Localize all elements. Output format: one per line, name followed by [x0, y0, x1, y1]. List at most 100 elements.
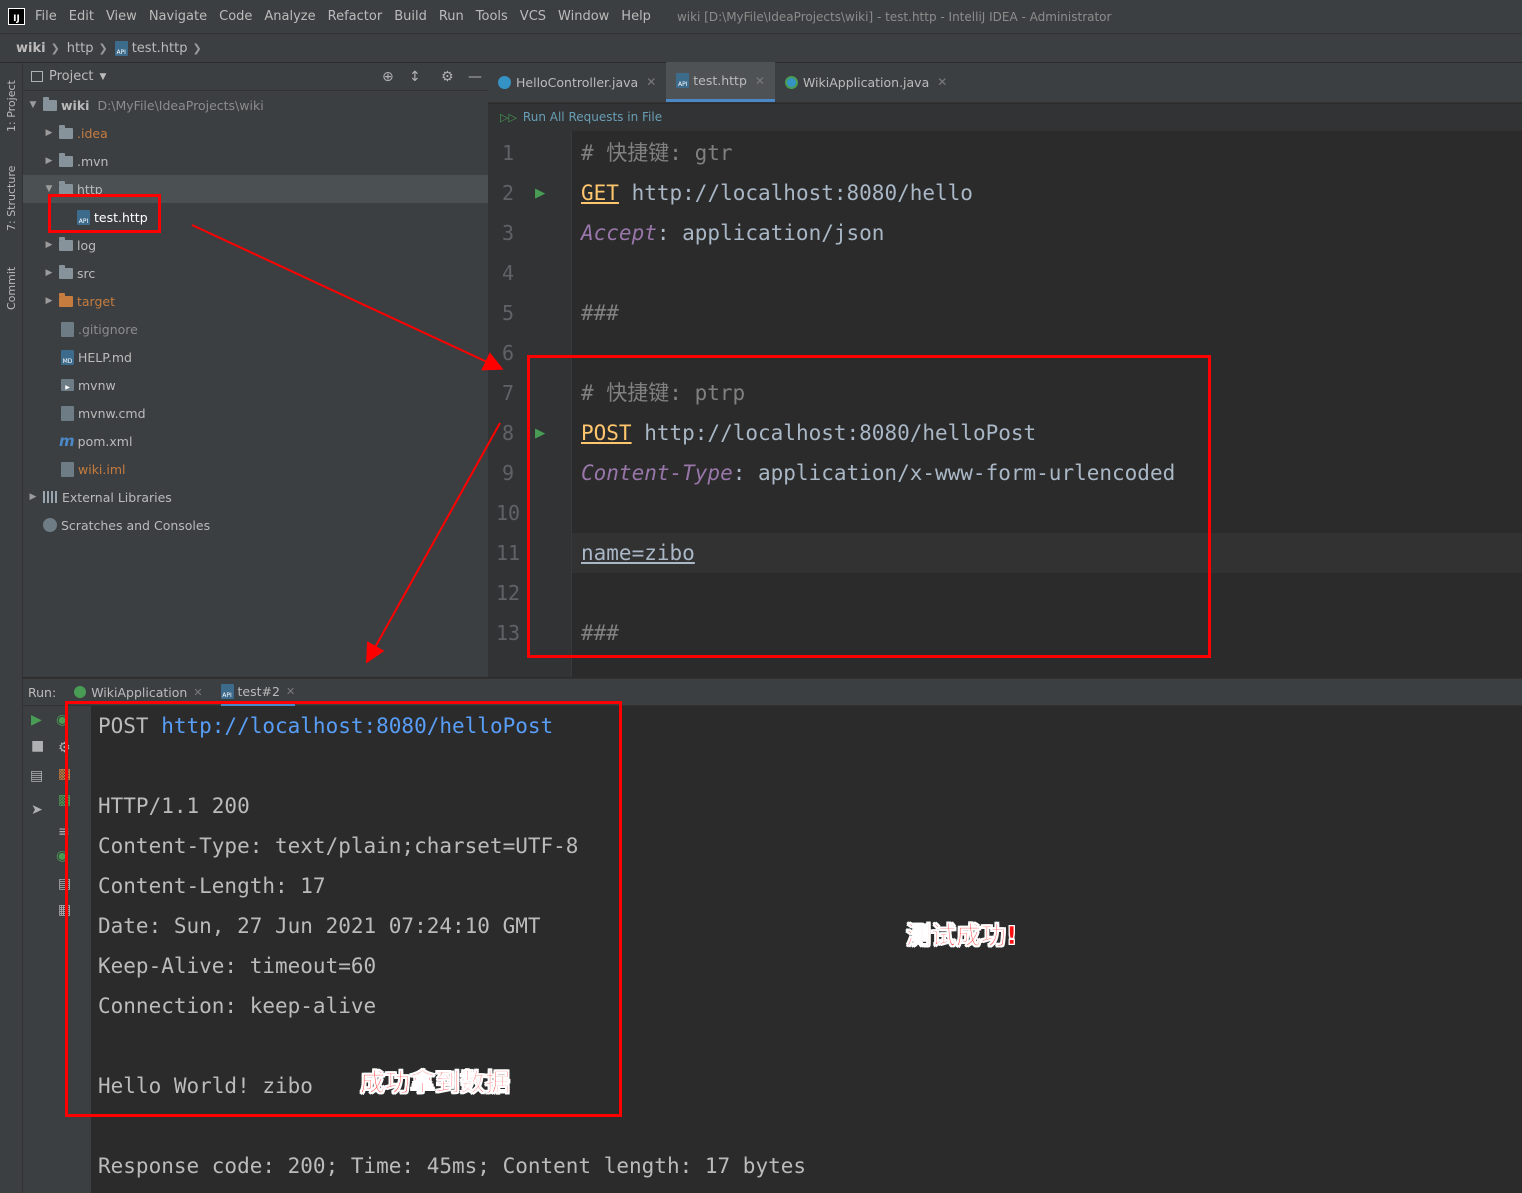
run-tab-label: test#2 — [237, 683, 280, 699]
folder-icon — [59, 152, 73, 167]
menu-code[interactable]: Code — [219, 9, 252, 24]
tab-test-http[interactable]: API test.http ✕ — [666, 62, 775, 102]
tree-item-wiki-iml[interactable]: wiki.iml — [23, 455, 488, 483]
tree-item-label: target — [77, 293, 116, 309]
http-file-icon: API — [114, 40, 128, 56]
tree-item-label: .idea — [77, 125, 108, 141]
code-separator: ### — [581, 301, 619, 325]
expand-down-icon[interactable]: ▼ — [43, 184, 55, 194]
gear-icon[interactable]: ⚙ — [441, 69, 454, 85]
expand-down-icon[interactable]: ▼ — [27, 100, 39, 110]
menu-file[interactable]: File — [35, 9, 57, 24]
pin-icon[interactable]: ➤ — [31, 802, 43, 818]
tab-wiki-application[interactable]: WikiApplication.java ✕ — [775, 62, 957, 102]
chevron-down-icon[interactable]: ▼ — [99, 72, 106, 82]
tree-item-path: D:\MyFile\IdeaProjects\wiki — [97, 97, 264, 113]
menu-build[interactable]: Build — [394, 9, 427, 24]
tree-item-help-md[interactable]: MD HELP.md — [23, 343, 488, 371]
tree-item-mvnw-cmd[interactable]: mvnw.cmd — [23, 399, 488, 427]
expand-right-icon[interactable]: ▶ — [43, 296, 55, 306]
line-number: 9 — [501, 461, 515, 485]
menu-window[interactable]: Window — [558, 9, 609, 24]
java-class-icon — [498, 75, 511, 89]
menu-vcs[interactable]: VCS — [520, 9, 546, 24]
close-icon[interactable]: ✕ — [193, 686, 202, 699]
tree-item-idea[interactable]: ▶ .idea — [23, 119, 488, 147]
project-view-icon — [31, 71, 43, 82]
tab-hello-controller[interactable]: HelloController.java ✕ — [488, 62, 666, 102]
window-title: wiki [D:\MyFile\IdeaProjects\wiki] - tes… — [676, 9, 1112, 24]
tool-tab-project[interactable]: 1: Project — [0, 71, 23, 141]
tool-tab-structure[interactable]: 7: Structure — [0, 158, 23, 238]
run-all-requests-link[interactable]: ▷▷ Run All Requests in File — [488, 104, 1522, 131]
breadcrumb-test-http-label: test.http — [131, 40, 188, 56]
layout-icon[interactable]: ▤ — [30, 768, 43, 784]
tree-item-wiki[interactable]: ▼ wiki D:\MyFile\IdeaProjects\wiki — [23, 91, 488, 119]
tree-item-src[interactable]: ▶ src — [23, 259, 488, 287]
menu-tools[interactable]: Tools — [476, 9, 508, 24]
tree-item-target[interactable]: ▶ target — [23, 287, 488, 315]
expand-right-icon[interactable]: ▶ — [27, 492, 39, 502]
menu-refactor[interactable]: Refactor — [328, 9, 383, 24]
tree-item-mvn[interactable]: ▶ .mvn — [23, 147, 488, 175]
close-icon[interactable]: ✕ — [755, 74, 765, 88]
run-tab-wiki-application[interactable]: WikiApplication ✕ — [74, 684, 203, 700]
stop-icon[interactable]: ■ — [31, 738, 44, 754]
spring-app-icon — [74, 686, 87, 698]
line-number: 12 — [495, 581, 521, 605]
line-number: 5 — [501, 301, 515, 325]
tree-item-external-libraries[interactable]: ▶ External Libraries — [23, 483, 488, 511]
breadcrumb-http[interactable]: http — [67, 41, 94, 56]
tree-item-label: src — [77, 265, 96, 281]
chevron-right-icon: ❯ — [98, 41, 108, 55]
tree-item-scratches[interactable]: Scratches and Consoles — [23, 511, 488, 539]
highlight-box-test-file — [48, 194, 161, 233]
menu-help[interactable]: Help — [621, 9, 651, 24]
tree-item-pom-xml[interactable]: m pom.xml — [23, 427, 488, 455]
expand-right-icon[interactable]: ▶ — [43, 240, 55, 250]
close-icon[interactable]: ✕ — [286, 685, 295, 698]
console-summary-line: Response code: 200; Time: 45ms; Content … — [98, 1154, 807, 1178]
tree-item-log[interactable]: ▶ log — [23, 231, 488, 259]
text-file-icon — [61, 405, 74, 421]
project-view-selector[interactable]: Project — [49, 69, 93, 84]
locate-icon[interactable]: ⊕ — [382, 69, 394, 85]
run-tab-label: WikiApplication — [91, 684, 188, 700]
folder-icon — [59, 264, 73, 279]
collapse-all-icon[interactable]: ↕ — [409, 69, 421, 85]
tree-item-label: HELP.md — [78, 349, 132, 365]
highlight-box-post-request — [527, 355, 1211, 658]
header-name: Accept — [581, 221, 657, 245]
http-file-icon: API — [676, 73, 690, 88]
library-icon — [43, 491, 58, 503]
spring-app-icon — [784, 75, 798, 89]
close-icon[interactable]: ✕ — [646, 75, 656, 89]
module-folder-icon — [43, 96, 57, 111]
expand-right-icon[interactable]: ▶ — [43, 156, 55, 166]
close-icon[interactable]: ✕ — [937, 75, 947, 89]
tool-tab-commit[interactable]: Commit — [0, 258, 23, 318]
menu-edit[interactable]: Edit — [69, 9, 94, 24]
menu-analyze[interactable]: Analyze — [264, 9, 315, 24]
expand-right-icon[interactable]: ▶ — [43, 128, 55, 138]
tree-item-label: mvnw.cmd — [78, 405, 146, 421]
breadcrumb-test-http[interactable]: API test.http — [114, 40, 188, 56]
annotation-data-received: 成功拿到数据 — [360, 1068, 511, 1098]
line-number: 7 — [501, 381, 515, 405]
tree-item-gitignore[interactable]: .gitignore — [23, 315, 488, 343]
run-request-icon[interactable]: ▶ — [535, 173, 545, 213]
code-comment: # 快捷键: gtr — [581, 141, 733, 165]
tab-label: WikiApplication.java — [802, 74, 930, 90]
hide-panel-icon[interactable]: — — [468, 69, 482, 85]
expand-right-icon[interactable]: ▶ — [43, 268, 55, 278]
breadcrumb-wiki[interactable]: wiki — [16, 41, 46, 56]
menu-navigate[interactable]: Navigate — [149, 9, 207, 24]
tree-item-label: Scratches and Consoles — [61, 517, 211, 533]
annotation-test-success: 测试成功! — [906, 921, 1018, 951]
tree-item-label: .mvn — [77, 153, 109, 169]
menu-view[interactable]: View — [106, 9, 137, 24]
folder-icon — [59, 124, 73, 139]
rerun-icon[interactable]: ▶ — [31, 712, 42, 728]
menu-run[interactable]: Run — [439, 9, 464, 24]
tree-item-mvnw[interactable]: ▶ mvnw — [23, 371, 488, 399]
